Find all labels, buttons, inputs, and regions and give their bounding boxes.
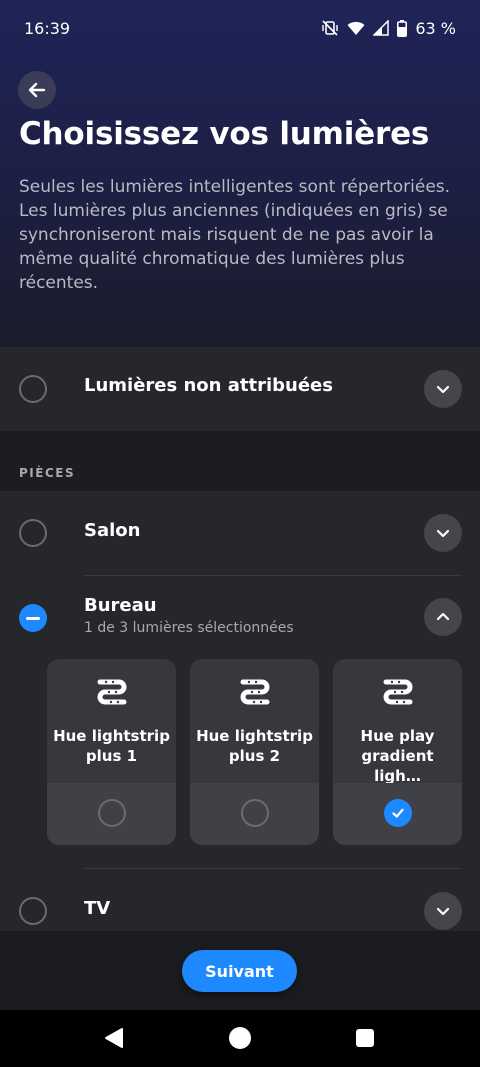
divider	[84, 575, 462, 576]
chevron-up-icon	[436, 612, 450, 621]
light-radio[interactable]	[240, 799, 269, 827]
light-card[interactable]: Hue lightstrip plus 1	[47, 659, 176, 845]
room-label-tv: TV	[84, 898, 111, 919]
wifi-icon	[347, 21, 365, 35]
light-name: Hue lightstrip plus 1	[53, 727, 170, 765]
lightstrip-icon	[97, 679, 126, 705]
rooms-section-header: PIÈCES	[19, 466, 76, 480]
light-card-select-area[interactable]	[47, 783, 176, 845]
rooms-list: Salon Bureau 1 de 3 lumières sélectionné…	[0, 491, 480, 931]
light-radio[interactable]	[97, 799, 126, 827]
unassigned-label: Lumières non attribuées	[84, 375, 333, 396]
page-title: Choisissez vos lumières	[19, 116, 430, 152]
unassigned-radio[interactable]	[19, 375, 47, 403]
room-expand-button-salon[interactable]	[424, 514, 462, 552]
room-label-salon: Salon	[84, 520, 141, 541]
nav-home-icon[interactable]	[229, 1027, 251, 1049]
room-label-bureau: Bureau	[84, 595, 157, 616]
light-card-top: Hue lightstrip plus 1	[47, 659, 176, 783]
light-card[interactable]: Hue play gradient ligh…	[333, 659, 462, 845]
unassigned-lights-row[interactable]: Lumières non attribuées	[0, 347, 480, 431]
next-button[interactable]: Suivant	[182, 950, 297, 992]
arrow-left-icon	[28, 82, 46, 98]
chevron-down-icon	[436, 907, 450, 916]
room-radio-salon[interactable]	[19, 519, 47, 547]
lightstrip-icon	[240, 679, 269, 705]
divider	[84, 868, 462, 869]
page-description: Seules les lumières intelligentes sont r…	[19, 177, 451, 293]
status-bar: 16:39 63 %	[0, 0, 480, 56]
room-collapse-button-bureau[interactable]	[424, 598, 462, 636]
light-card-top: Hue play gradient ligh…	[333, 659, 462, 785]
battery-percent: 63 %	[415, 18, 456, 38]
lightstrip-icon	[383, 679, 412, 705]
light-card-select-area[interactable]	[333, 783, 462, 845]
back-button[interactable]	[18, 71, 56, 109]
room-radio-bureau[interactable]	[19, 604, 47, 632]
unassigned-expand-button[interactable]	[424, 370, 462, 408]
room-expand-button-tv[interactable]	[424, 892, 462, 930]
room-radio-tv[interactable]	[19, 897, 47, 925]
nav-recents-icon[interactable]	[356, 1029, 374, 1047]
light-card-top: Hue lightstrip plus 2	[190, 659, 319, 783]
status-icons: 63 %	[321, 19, 456, 38]
system-nav-bar	[0, 1010, 480, 1067]
room-subtitle-bureau: 1 de 3 lumières sélectionnées	[84, 620, 294, 636]
bottom-action-bar: Suivant	[0, 931, 480, 1010]
light-card-select-area[interactable]	[190, 783, 319, 845]
chevron-down-icon	[436, 529, 450, 538]
light-name: Hue lightstrip plus 2	[196, 727, 313, 765]
nav-back-icon[interactable]	[104, 1027, 124, 1049]
light-name: Hue play gradient ligh…	[360, 727, 435, 785]
checkmark-icon	[391, 808, 404, 818]
light-radio-checked[interactable]	[383, 799, 412, 827]
signal-icon	[373, 20, 390, 36]
status-time: 16:39	[24, 18, 71, 38]
battery-icon	[397, 19, 408, 37]
header: 16:39 63 % Choisissez vos lumières Seule…	[0, 0, 480, 347]
chevron-down-icon	[436, 385, 450, 394]
light-card[interactable]: Hue lightstrip plus 2	[190, 659, 319, 845]
vibrate-off-icon	[322, 20, 339, 36]
